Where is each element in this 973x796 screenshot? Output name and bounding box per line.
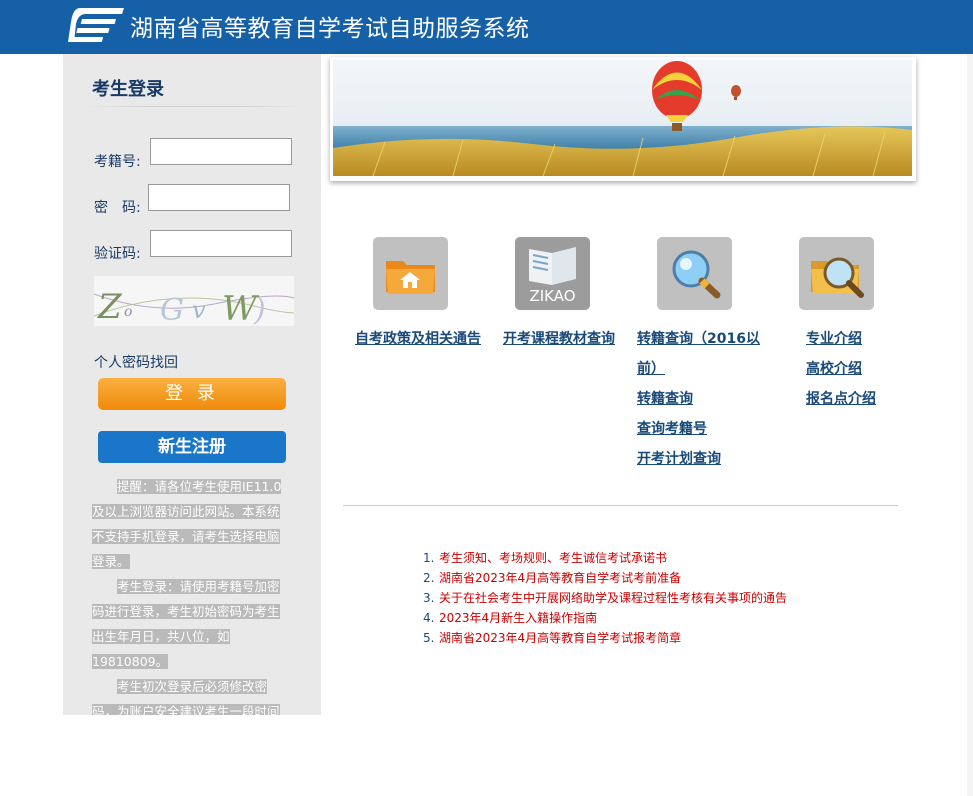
- register-button[interactable]: 新生注册: [98, 431, 286, 463]
- password-recover-link[interactable]: 个人密码找回: [94, 352, 178, 372]
- major-intro-link[interactable]: 专业介绍: [806, 328, 862, 348]
- list-item[interactable]: 3. 关于在社会考生中开展网络助学及课程过程性考核有关事项的通告: [423, 588, 787, 608]
- folder-home-icon: [386, 261, 435, 294]
- captcha-char-1: Z: [97, 287, 123, 326]
- major-search-tile[interactable]: [799, 237, 874, 310]
- notice-text: 提醒：请各位考生使用IE11.0及以上浏览器访问此网站。本系统不支持手机登录，请…: [92, 474, 288, 715]
- header-bar: 湖南省高等教育自学考试自助服务系统: [0, 0, 973, 54]
- right-edge: [967, 54, 973, 796]
- registration-site-link[interactable]: 报名点介绍: [806, 388, 876, 408]
- svg-text:ZIKAO: ZIKAO: [529, 287, 575, 305]
- logo-icon: [68, 8, 124, 42]
- list-item[interactable]: 2. 湖南省2023年4月高等教育自学考试考前准备: [423, 568, 787, 588]
- captcha-input[interactable]: [150, 230, 292, 257]
- login-title: 考生登录: [92, 79, 164, 100]
- transfer-query-2016-link[interactable]: 转籍查询（2016以: [637, 328, 760, 348]
- list-item[interactable]: 1. 考生须知、考场规则、考生诚信考试承诺书: [423, 548, 787, 568]
- course-book-tile[interactable]: ZIKAO: [515, 237, 590, 310]
- password-input[interactable]: [148, 184, 290, 211]
- captcha-char-4: v: [192, 296, 206, 324]
- magnifier-icon: [672, 250, 721, 299]
- course-textbook-link[interactable]: 开考课程教材查询: [503, 328, 615, 348]
- banner-image: [333, 60, 912, 176]
- exam-no-label: 考籍号:: [94, 154, 141, 170]
- exam-plan-query-link[interactable]: 开考计划查询: [637, 448, 721, 468]
- svg-text:): ): [253, 293, 266, 326]
- captcha-label: 验证码:: [94, 246, 141, 262]
- policy-notice-link[interactable]: 自考政策及相关通告: [355, 328, 481, 348]
- policy-folder-tile[interactable]: [373, 237, 448, 310]
- exam-no-query-link[interactable]: 查询考籍号: [637, 418, 707, 438]
- notice-paragraph: 考生初次登录后必须修改密码，为账户安全建议考生一段时间修改密码，忘记密码点上面个…: [92, 674, 288, 715]
- book-icon: ZIKAO: [515, 237, 590, 310]
- transfer-query-2016-link-cont[interactable]: 前）: [637, 358, 665, 378]
- divider: [85, 106, 305, 107]
- list-item[interactable]: 4. 2023年4月新生入籍操作指南: [423, 608, 787, 628]
- news-list: 1. 考生须知、考场规则、考生诚信考试承诺书 2. 湖南省2023年4月高等教育自学…: [423, 548, 787, 648]
- list-item[interactable]: 5. 湖南省2023年4月高等教育自学考试报考简章: [423, 628, 787, 648]
- folder-search-icon: [811, 257, 864, 298]
- exam-no-input[interactable]: [150, 138, 292, 165]
- captcha-char-2: o: [124, 304, 132, 320]
- content-divider: [343, 505, 898, 506]
- password-label: 密 码:: [94, 200, 141, 216]
- search-magnifier-tile[interactable]: [657, 237, 732, 310]
- notice-paragraph: 提醒：请各位考生使用IE11.0及以上浏览器访问此网站。本系统不支持手机登录，请…: [92, 479, 282, 569]
- transfer-query-link[interactable]: 转籍查询: [637, 388, 693, 408]
- captcha-image[interactable]: Z o G v W ): [94, 276, 294, 326]
- login-sidebar: 考生登录 考籍号: 密 码: 验证码: Z o G v W ) 个人密码找回 登…: [63, 54, 321, 715]
- login-button[interactable]: 登 录: [98, 378, 286, 410]
- college-intro-link[interactable]: 高校介绍: [806, 358, 862, 378]
- captcha-char-3: G: [160, 293, 184, 326]
- system-title: 湖南省高等教育自学考试自助服务系统: [130, 16, 530, 42]
- notice-paragraph: 考生登录：请使用考籍号加密码进行登录，考生初始密码为考生出生年月日，共八位，如1…: [92, 579, 280, 669]
